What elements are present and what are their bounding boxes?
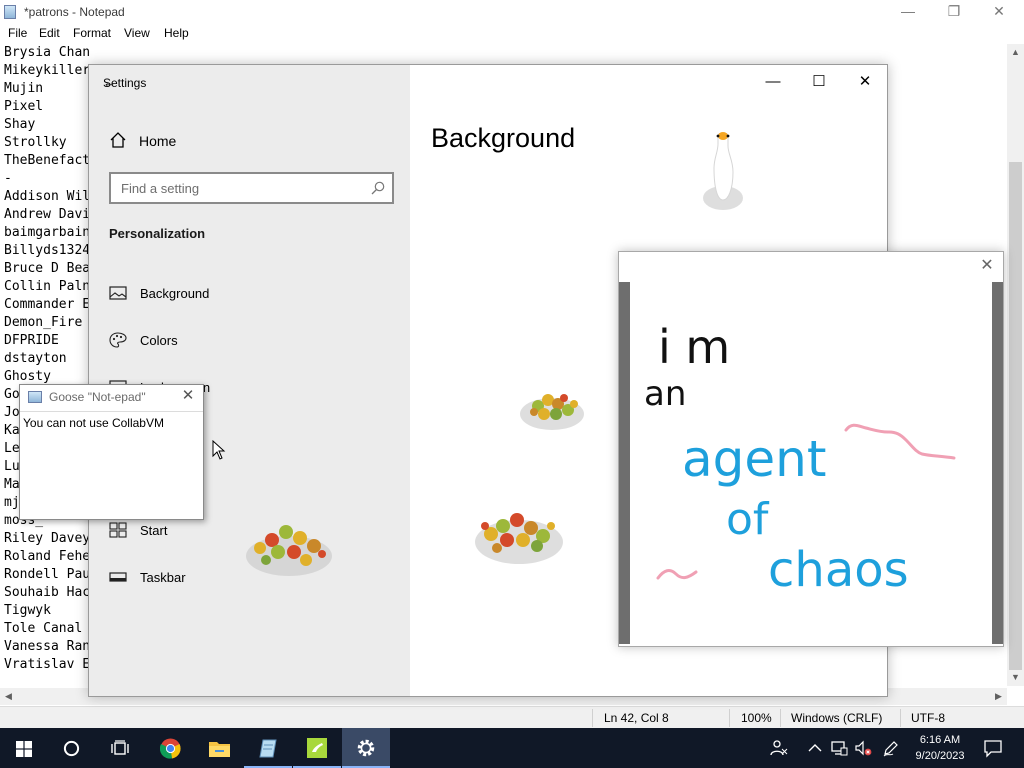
status-divider [900,709,901,727]
notepad-icon [4,5,16,19]
home-icon [110,132,126,148]
page-title: Background [431,123,576,153]
nav-label-background: Background [140,286,210,301]
mud-splat [246,525,332,576]
clock-time: 6:16 AM [919,734,961,746]
clock-date: 9/20/2023 [915,750,965,762]
system-clock[interactable]: 6:16 AM 9/20/2023 [907,732,973,764]
vertical-scrollbar[interactable]: ▲ ▼ [1007,44,1024,686]
status-encoding: UTF-8 [911,711,945,725]
status-position: Ln 42, Col 8 [604,711,669,725]
popup-message: You can not use CollabVM [23,416,164,430]
section-heading: Personalization [109,226,206,241]
popup-close-button[interactable]: ✕ [179,387,197,405]
nav-label-start: Start [140,523,168,538]
minimize-button[interactable]: — [885,0,931,24]
scroll-down-arrow-icon[interactable]: ▼ [1007,669,1024,686]
cortana-button[interactable] [48,728,96,768]
nav-label-taskbar: Taskbar [140,570,186,585]
network-icon[interactable] [830,739,848,757]
drawing-canvas: i m an agent of chaos [630,282,992,644]
pen-icon[interactable] [882,739,900,757]
menu-format[interactable]: Format [73,26,111,40]
goose-app-icon [307,738,327,758]
notepad-icon [259,739,277,758]
palette-icon [109,332,127,348]
status-divider [592,709,593,727]
task-view-icon [111,740,129,755]
scribble-strokes [656,423,956,580]
scroll-left-arrow-icon[interactable]: ◀ [0,688,17,705]
goose-taskbar-button[interactable] [293,728,341,768]
restore-button[interactable]: ❐ [931,0,977,24]
chevron-up-icon[interactable] [806,739,824,757]
taskbar-icon [109,572,127,582]
goose-icon [703,132,743,210]
close-button[interactable]: ✕ [976,0,1022,24]
menu-help[interactable]: Help [164,26,189,40]
popup-title: Goose "Not-epad" [49,390,146,404]
status-zoom: 100% [741,711,772,725]
start-button[interactable] [0,728,48,768]
file-explorer-taskbar-button[interactable] [195,728,243,768]
settings-close-button[interactable]: ✕ [842,65,887,99]
windows-logo-icon [16,741,32,757]
volume-muted-icon[interactable] [854,739,872,757]
notepad-title: *patrons - Notepad [24,5,125,19]
chrome-taskbar-button[interactable] [146,728,194,768]
start-icon [109,522,127,538]
taskbar: 6:16 AM 9/20/2023 [0,728,1024,768]
mouse-cursor-icon [212,440,226,460]
settings-search-input[interactable]: Find a setting [109,172,394,204]
search-placeholder: Find a setting [121,181,200,196]
notepad-menubar: File Edit Format View Help [0,24,1024,44]
mud-splat [520,394,584,430]
settings-minimize-button[interactable]: — [750,65,796,99]
picture-icon [109,286,127,300]
notepad-titlebar[interactable]: *patrons - Notepad — ❐ ✕ [0,0,1024,24]
cortana-icon [63,740,80,757]
settings-gear-icon [357,739,375,757]
menu-file[interactable]: File [8,26,27,40]
settings-taskbar-button[interactable] [342,728,390,768]
chrome-icon [160,738,181,759]
scroll-up-arrow-icon[interactable]: ▲ [1007,44,1024,61]
status-line-ending: Windows (CRLF) [791,711,883,725]
popup-text-area[interactable]: You can not use CollabVM [20,411,203,519]
notepad-taskbar-button[interactable] [244,728,292,768]
notification-icon[interactable] [983,738,1003,758]
nav-label-colors: Colors [140,333,178,348]
notepad-line: Brysia Chan [4,45,91,60]
mud-splat [475,513,563,564]
notepad-statusbar: Ln 42, Col 8 100% Windows (CRLF) UTF-8 [0,706,1024,728]
settings-maximize-button[interactable]: ☐ [796,65,842,99]
status-divider [780,709,781,727]
drawing-frame [992,282,1003,644]
goose-notepad-popup: Goose "Not-epad" ✕ You can not use Colla… [19,384,204,520]
goose-drawing-window: ✕ i m an agent of chaos [618,251,1004,647]
home-label: Home [139,133,177,149]
nav-item-background[interactable]: Background [109,283,389,307]
notepad-icon [28,391,42,403]
nav-item-colors[interactable]: Colors [109,330,389,354]
drawing-close-button[interactable]: ✕ [977,256,997,276]
scrollbar-thumb[interactable] [1009,162,1022,670]
settings-title: Settings [103,76,147,90]
search-icon [371,181,385,195]
drawing-frame [619,282,630,644]
file-explorer-icon [209,742,230,757]
settings-sidebar: ← Settings Home Find a setting Personali… [89,65,410,696]
status-divider [729,709,730,727]
task-view-button[interactable] [96,728,144,768]
people-icon[interactable] [770,739,788,757]
menu-edit[interactable]: Edit [39,26,60,40]
menu-view[interactable]: View [124,26,150,40]
scroll-right-arrow-icon[interactable]: ▶ [990,688,1007,705]
